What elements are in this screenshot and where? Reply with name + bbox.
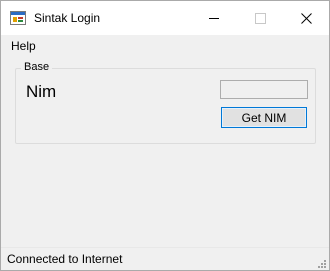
- maximize-button: [237, 1, 283, 35]
- app-icon: [10, 11, 26, 25]
- status-text: Connected to Internet: [7, 252, 123, 266]
- nim-label: Nim: [26, 82, 57, 101]
- resize-grip-icon[interactable]: [315, 257, 327, 269]
- status-bar: Connected to Internet: [1, 247, 329, 270]
- title-bar[interactable]: Sintak Login: [1, 1, 329, 35]
- groupbox-legend: Base: [21, 61, 53, 73]
- window-title: Sintak Login: [34, 11, 101, 25]
- close-icon: [300, 12, 312, 24]
- get-nim-button[interactable]: Get NIM: [221, 107, 307, 128]
- menu-bar: Help: [1, 35, 329, 57]
- menu-item-help[interactable]: Help: [11, 39, 36, 53]
- minimize-button[interactable]: [191, 1, 237, 35]
- get-nim-button-label: Get NIM: [241, 110, 287, 125]
- nim-field[interactable]: [220, 80, 308, 99]
- login-window: Sintak Login Help Base Nim Get NIM Conne…: [0, 0, 330, 271]
- minimize-icon: [209, 17, 219, 19]
- close-button[interactable]: [283, 1, 329, 35]
- maximize-icon: [254, 12, 266, 24]
